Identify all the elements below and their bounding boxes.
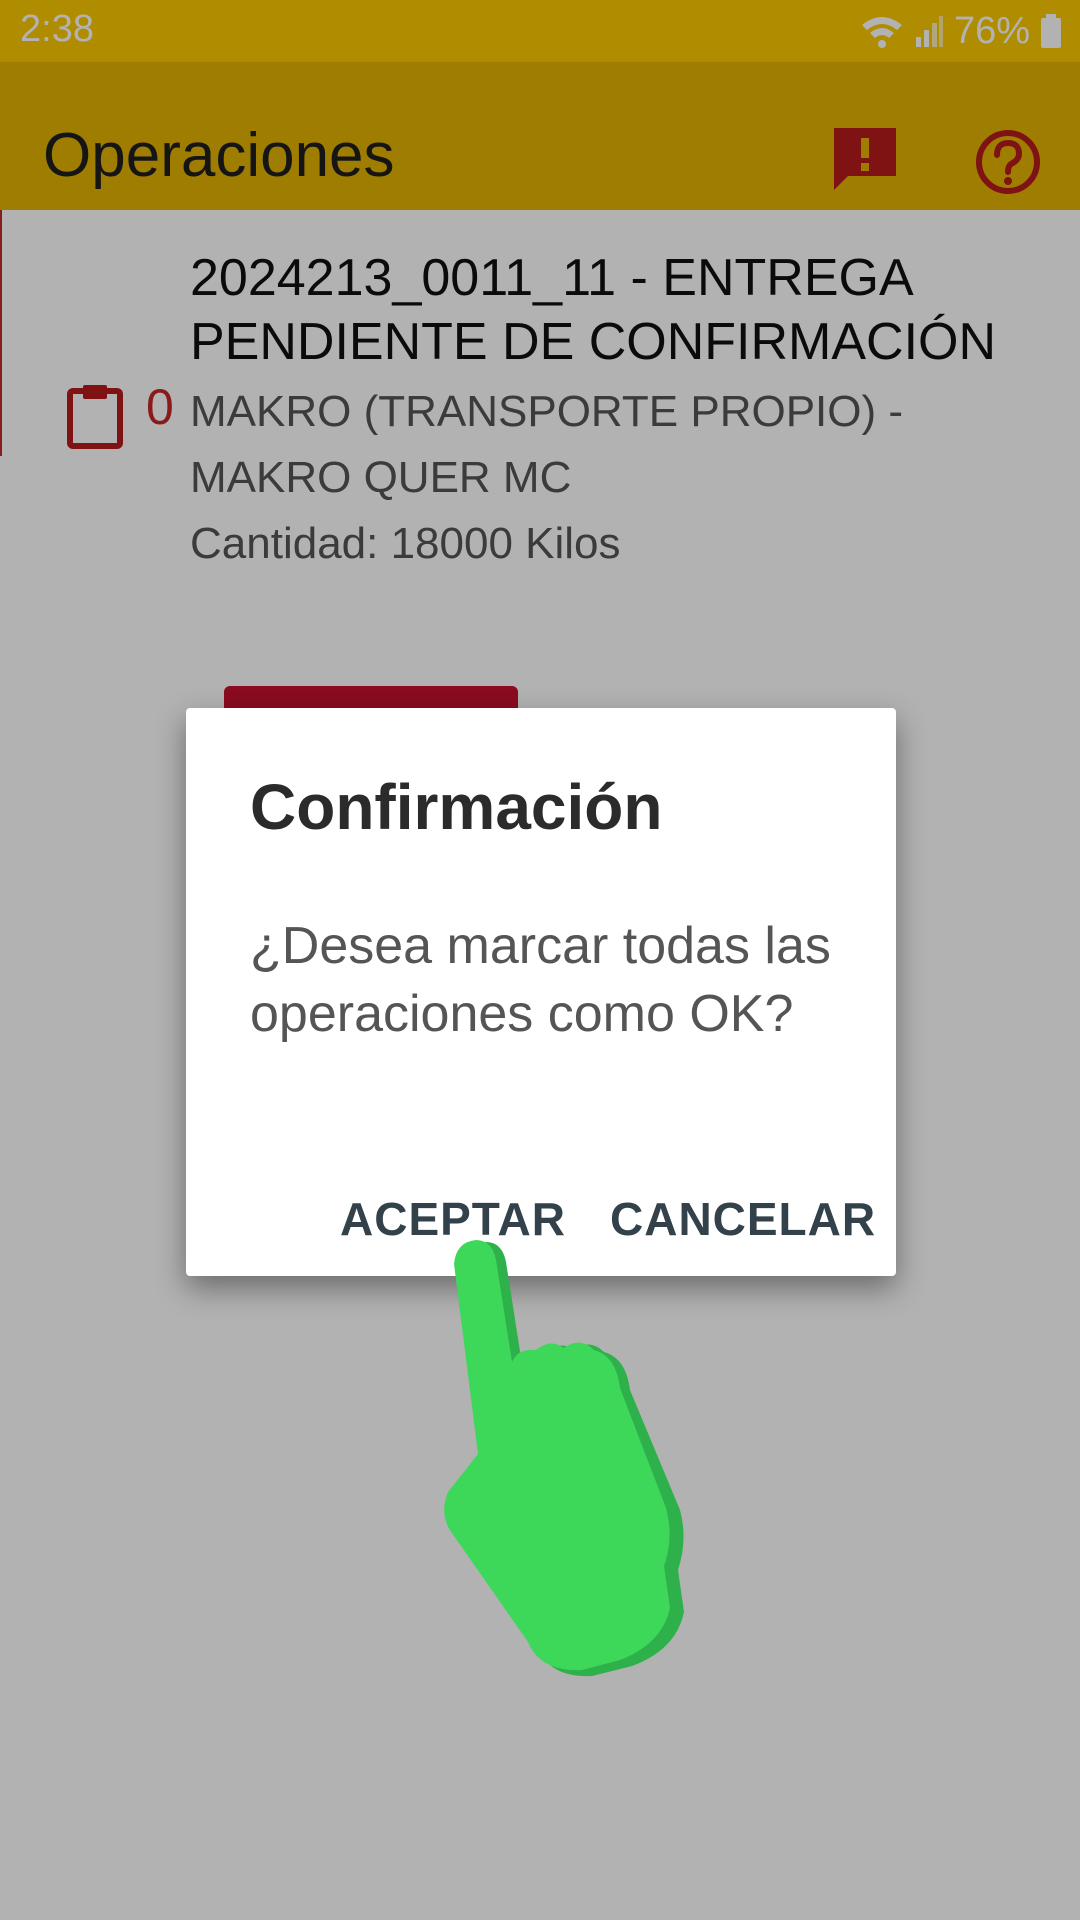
- dialog-message: ¿Desea marcar todas las operaciones como…: [250, 917, 831, 1043]
- cancel-button[interactable]: CANCELAR: [610, 1192, 876, 1246]
- pointing-hand-icon: [444, 1240, 684, 1677]
- accept-button[interactable]: ACEPTAR: [340, 1192, 566, 1246]
- confirmation-dialog: Confirmación ¿Desea marcar todas las ope…: [186, 708, 896, 1276]
- dialog-title: Confirmación: [250, 771, 663, 843]
